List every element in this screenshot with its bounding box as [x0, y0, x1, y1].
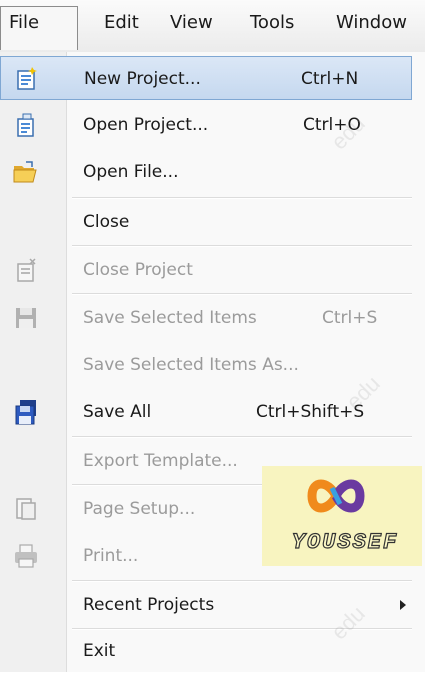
menu-item-label: Open File...	[83, 162, 179, 182]
menu-item-label: Open Project...	[83, 115, 209, 135]
menu-item-shortcut: Ctrl+S	[322, 308, 378, 328]
open-project-icon	[17, 113, 34, 137]
menu-item-save-all[interactable]: Save All Ctrl+Shift+S	[0, 390, 412, 434]
menu-item-label: Recent Projects	[83, 595, 215, 615]
menu-item-label: Page Setup...	[83, 499, 196, 519]
menu-item-shortcut: Ctrl+N	[301, 69, 359, 89]
menu-file[interactable]: File	[0, 6, 78, 50]
infinity-logo-icon	[307, 479, 365, 513]
menu-item-label: Save All	[83, 402, 152, 422]
menu-separator	[72, 245, 412, 247]
menu-item-label: Save Selected Items As...	[83, 355, 299, 375]
save-all-icon	[15, 400, 36, 425]
menu-item-exit[interactable]: Exit	[0, 629, 412, 673]
menu-item-shortcut: Ctrl+O	[303, 115, 361, 135]
menu-item-close[interactable]: Close	[0, 200, 412, 244]
menu-item-label: Print...	[83, 546, 139, 566]
menu-item-new-project[interactable]: New Project... Ctrl+N	[0, 56, 412, 100]
menu-item-label: Close Project	[83, 260, 193, 280]
menu-item-open-project[interactable]: Open Project... Ctrl+O	[0, 103, 412, 147]
menu-item-shortcut: Ctrl+Shift+S	[256, 402, 365, 422]
menu-item-close-project[interactable]: Close Project	[0, 248, 412, 292]
menu-separator	[72, 293, 412, 295]
menu-bar: File Edit View Tools Window	[0, 0, 425, 53]
menu-view[interactable]: View	[170, 12, 213, 33]
menu-item-recent-projects[interactable]: Recent Projects	[0, 583, 412, 627]
new-project-icon	[17, 67, 37, 90]
menu-item-save-selected-as[interactable]: Save Selected Items As...	[0, 343, 412, 387]
save-icon	[16, 308, 36, 328]
menu-item-label: Close	[83, 212, 130, 232]
menu-item-label: Exit	[83, 641, 116, 661]
menu-item-save-selected[interactable]: Save Selected Items Ctrl+S	[0, 296, 412, 340]
page-setup-icon	[16, 498, 36, 520]
watermark-logo: YOUSSEF	[262, 466, 422, 566]
menu-item-open-file[interactable]: Open File...	[0, 150, 412, 194]
menu-item-label: Export Template...	[83, 451, 238, 471]
menu-separator	[72, 197, 412, 199]
print-icon	[15, 544, 37, 568]
menu-separator	[72, 580, 412, 582]
menu-edit[interactable]: Edit	[104, 12, 139, 33]
submenu-arrow-icon	[400, 600, 406, 610]
menu-separator	[72, 436, 412, 438]
menu-window[interactable]: Window	[336, 12, 407, 33]
folder-open-icon	[13, 161, 37, 183]
close-project-icon	[17, 258, 36, 282]
file-menu-dropdown: New Project... Ctrl+N Open Project... Ct…	[0, 52, 425, 672]
logo-text: YOUSSEF	[291, 529, 399, 555]
menu-item-label: Save Selected Items	[83, 308, 257, 328]
menu-tools[interactable]: Tools	[250, 12, 294, 33]
menu-item-label: New Project...	[84, 69, 201, 89]
